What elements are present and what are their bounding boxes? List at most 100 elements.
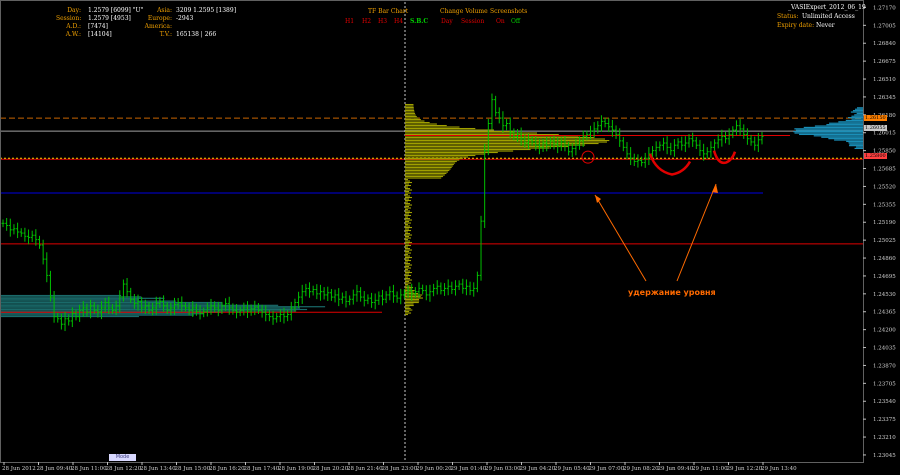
- tf-h4-button[interactable]: H4: [394, 18, 403, 25]
- profile-bar: [847, 117, 863, 119]
- mode-button[interactable]: Mode: [109, 454, 136, 461]
- x-tick-label: 28 Jun 16:20: [209, 466, 245, 472]
- y-tick-label: 1.25190: [873, 220, 896, 226]
- x-tick-label: 29 Jun 08:20: [623, 466, 659, 472]
- profile-bar: [405, 259, 411, 262]
- profile-bar: [405, 258, 409, 260]
- tv-value: 165138 | 266: [176, 31, 217, 38]
- x-tick-label: 28 Jun 19:00: [278, 466, 314, 472]
- profile-bar: [405, 205, 409, 208]
- profile-bar: [405, 139, 610, 142]
- profile-bar: [405, 273, 410, 275]
- profile-bar: [405, 123, 437, 125]
- expert-name: _VASIExpert_2012_06_19: [788, 4, 866, 11]
- profile-bar: [405, 129, 494, 131]
- volume-day-button[interactable]: Day: [441, 18, 453, 25]
- y-tick-label: 1.23045: [873, 453, 896, 459]
- profile-bar: [405, 226, 412, 229]
- price-axis: 1.27170 1.27005 1.26840 1.26675 1.26510 1.263…: [0, 0, 896, 463]
- time-axis: 28 Jun 2012 28 Jun 09:4028 Jun 11:0028 Ju…: [2, 462, 797, 472]
- profile-bar: [405, 117, 419, 119]
- profile-bar: [405, 313, 409, 316]
- profile-bar: [405, 252, 411, 254]
- profile-bar: [405, 159, 460, 161]
- screenshots-button[interactable]: Screenshots: [490, 8, 527, 15]
- profile-bar: [405, 178, 408, 181]
- profile-bar: [405, 228, 409, 230]
- profile-bar: [405, 168, 451, 170]
- tf-h1-button[interactable]: H1: [345, 18, 354, 25]
- asia-label: Asia:: [157, 7, 172, 14]
- profile-bar: [405, 207, 411, 209]
- y-tick-label: 1.24365: [873, 310, 896, 316]
- screenshots-off-button[interactable]: Off: [511, 18, 520, 25]
- profile-bar: [405, 295, 421, 298]
- profile-bar: [405, 274, 412, 277]
- profile-bar: [850, 111, 863, 113]
- profile-bar: [405, 208, 408, 211]
- y-tick-label: 1.23540: [873, 399, 896, 405]
- profile-bar: [405, 219, 412, 221]
- red-arc: [712, 150, 737, 165]
- profile-bar: [405, 310, 410, 313]
- profile-bar: [405, 210, 410, 212]
- profile-bar: [0, 314, 194, 316]
- profile-bar: [0, 299, 139, 301]
- screenshots-on-button[interactable]: On: [496, 18, 505, 25]
- aw-label: A.W.:: [65, 31, 81, 38]
- profile-bar: [405, 151, 498, 154]
- session-value: 1.2579 [4953]: [88, 15, 131, 22]
- sbc-button[interactable]: S.B.C: [410, 18, 428, 25]
- profile-bar: [854, 147, 863, 150]
- profile-bar: [405, 282, 412, 284]
- expiry-label: Expiry date:: [777, 22, 815, 29]
- profile-bar: [834, 139, 863, 141]
- profile-bar: [846, 140, 863, 143]
- volume-session-button[interactable]: Session: [461, 18, 484, 25]
- profile-bar: [849, 145, 863, 147]
- profile-bar: [405, 249, 412, 251]
- profile-bar: [405, 112, 416, 115]
- x-tick-label: 28 Jun 17:40: [244, 466, 280, 472]
- profile-bar: [405, 118, 421, 121]
- profile-bar: [405, 276, 409, 278]
- arrow-head: [595, 195, 601, 203]
- profile-bar: [405, 246, 408, 248]
- price-chart[interactable]: 1.27170 1.27005 1.26840 1.26675 1.26510 1.263…: [0, 0, 900, 475]
- asia-value: 3209 1.2595 [1389]: [176, 7, 237, 14]
- x-tick-label: 29 Jun 03:00: [485, 466, 521, 472]
- y-tick-label: 1.24035: [873, 346, 896, 352]
- y-tick-label: 1.26510: [873, 77, 896, 83]
- profile-bar: [405, 153, 486, 155]
- x-tick-label: 28 Jun 11:00: [71, 466, 107, 472]
- tf-h3-button[interactable]: H3: [378, 18, 387, 25]
- x-tick-label: 28 Jun 12:20: [106, 466, 142, 472]
- profile-bar: [405, 255, 410, 257]
- profile-bar: [405, 177, 442, 179]
- y-tick-label: 1.25685: [873, 167, 896, 173]
- drawings: [581, 150, 737, 282]
- y-tick-label: 1.27005: [873, 23, 896, 29]
- profile-bar: [405, 303, 414, 305]
- profile-bar: [405, 204, 412, 206]
- profile-bar: [405, 211, 412, 214]
- tf-bar-chart-button[interactable]: TF Bar Chart: [368, 8, 408, 15]
- profile-bar: [405, 265, 409, 268]
- profile-bar: [405, 147, 550, 149]
- profile-bar: [405, 186, 408, 188]
- y-tick-label: 1.26675: [873, 59, 896, 65]
- x-tick-label: 28 Jun 23:00: [382, 466, 418, 472]
- profile-bar: [405, 145, 569, 148]
- x-tick-label: 29 Jun 11:00: [692, 466, 728, 472]
- profile-bar: [793, 131, 863, 133]
- profile-bar: [405, 106, 414, 109]
- profile-bar: [405, 199, 411, 202]
- profile-bar: [405, 264, 412, 266]
- profile-bar: [405, 111, 415, 113]
- profile-bar: [405, 262, 410, 265]
- profile-bar: [405, 115, 417, 118]
- profile-bar: [405, 103, 414, 106]
- tf-h2-button[interactable]: H2: [362, 18, 371, 25]
- change-volume-button[interactable]: Change Volume: [440, 8, 488, 15]
- price-tag-gray: 1.26055: [864, 125, 887, 132]
